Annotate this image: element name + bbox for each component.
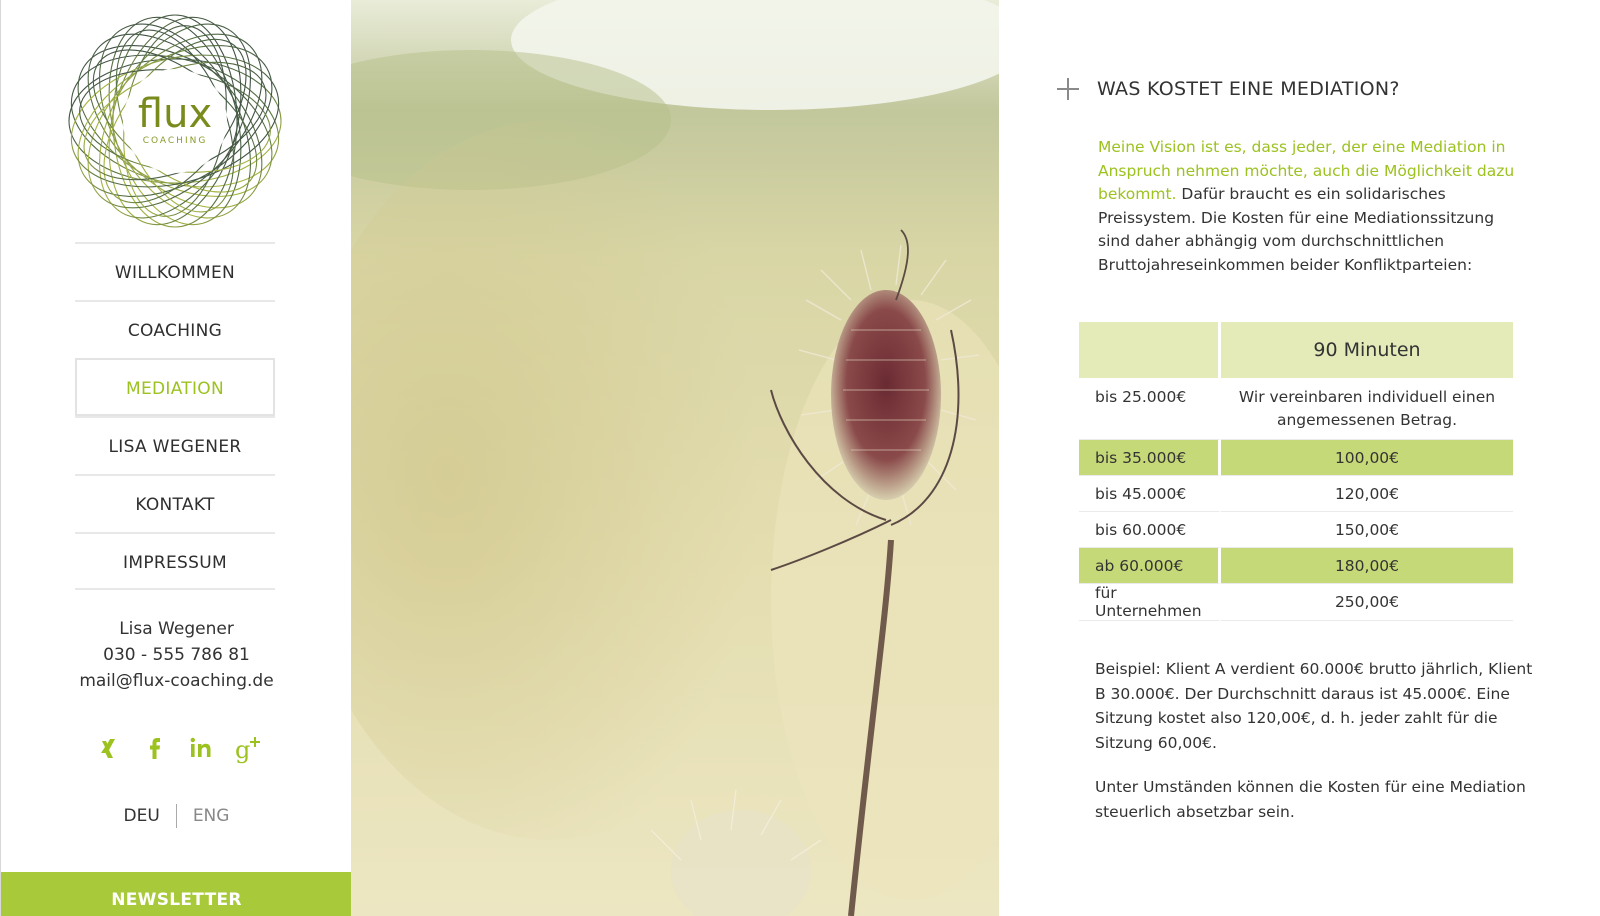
price-cell: 100,00€: [1221, 440, 1513, 476]
tax-note-paragraph: Unter Umständen können die Kosten für ei…: [1095, 778, 1526, 821]
header-empty-cell: [1079, 322, 1221, 378]
income-cell: ab 60.000€: [1079, 548, 1221, 584]
nav-item-kontakt[interactable]: KONTAKT: [75, 474, 275, 532]
svg-text:g: g: [235, 736, 250, 764]
nav-item-lisa-wegener[interactable]: LISA WEGENER: [75, 416, 275, 474]
lang-eng[interactable]: ENG: [193, 806, 230, 826]
price-cell: 150,00€: [1221, 512, 1513, 548]
table-row: für Unternehmen 250,00€: [1079, 584, 1513, 621]
contact-name: Lisa Wegener: [119, 619, 234, 639]
price-table-header: 90 Minuten: [1079, 322, 1513, 378]
contact-block: Lisa Wegener 030 - 555 786 81 mail@flux-…: [1, 616, 352, 694]
example-paragraph: Beispiel: Klient A verdient 60.000€ brut…: [1095, 660, 1533, 752]
xing-icon[interactable]: [91, 731, 125, 765]
language-switcher: DEU ENG: [1, 804, 352, 828]
price-cell: Wir vereinbaren individuell einen angeme…: [1221, 378, 1513, 440]
table-row: bis 35.000€ 100,00€: [1079, 440, 1513, 476]
plus-icon[interactable]: [1057, 78, 1079, 100]
nav-item-coaching[interactable]: COACHING: [75, 300, 275, 358]
income-cell: für Unternehmen: [1079, 584, 1221, 621]
income-cell: bis 45.000€: [1079, 476, 1221, 512]
teasel-plant-photo: [351, 0, 999, 916]
table-row: bis 60.000€ 150,00€: [1079, 512, 1513, 548]
linkedin-icon[interactable]: [185, 731, 219, 765]
sidebar: flux COACHING WILLKOMMEN COACHING MEDIAT…: [0, 0, 352, 916]
nav-item-willkommen[interactable]: WILLKOMMEN: [75, 242, 275, 300]
lang-deu[interactable]: DEU: [124, 806, 160, 826]
newsletter-button[interactable]: NEWSLETTER: [1, 872, 352, 916]
google-plus-icon[interactable]: g: [232, 731, 266, 765]
main-content: WAS KOSTET EINE MEDIATION? Meine Vision …: [999, 0, 1600, 916]
table-row: bis 25.000€ Wir vereinbaren individuell …: [1079, 378, 1513, 440]
price-cell: 120,00€: [1221, 476, 1513, 512]
income-cell: bis 25.000€: [1079, 378, 1221, 440]
header-duration: 90 Minuten: [1221, 322, 1513, 378]
page-title: WAS KOSTET EINE MEDIATION?: [1097, 78, 1400, 100]
section-heading: WAS KOSTET EINE MEDIATION?: [1057, 78, 1400, 100]
contact-email[interactable]: mail@flux-coaching.de: [1, 668, 352, 694]
contact-phone[interactable]: 030 - 555 786 81: [1, 642, 352, 668]
price-cell: 180,00€: [1221, 548, 1513, 584]
nav-item-impressum[interactable]: IMPRESSUM: [75, 532, 275, 590]
income-cell: bis 35.000€: [1079, 440, 1221, 476]
flux-coaching-logo[interactable]: flux COACHING: [63, 12, 287, 230]
table-row: bis 45.000€ 120,00€: [1079, 476, 1513, 512]
logo-word: flux: [138, 91, 212, 137]
main-navigation: WILLKOMMEN COACHING MEDIATION LISA WEGEN…: [75, 242, 275, 590]
social-links: g: [91, 730, 266, 766]
price-cell: 250,00€: [1221, 584, 1513, 621]
intro-paragraph: Meine Vision ist es, dass jeder, der ein…: [1098, 136, 1528, 277]
income-cell: bis 60.000€: [1079, 512, 1221, 548]
nav-item-mediation[interactable]: MEDIATION: [75, 358, 275, 416]
lang-divider: [175, 804, 177, 828]
facebook-icon[interactable]: [138, 731, 172, 765]
logo-subtitle: COACHING: [143, 136, 208, 146]
table-row: ab 60.000€ 180,00€: [1079, 548, 1513, 584]
price-table: 90 Minuten bis 25.000€ Wir vereinbaren i…: [1079, 322, 1513, 621]
